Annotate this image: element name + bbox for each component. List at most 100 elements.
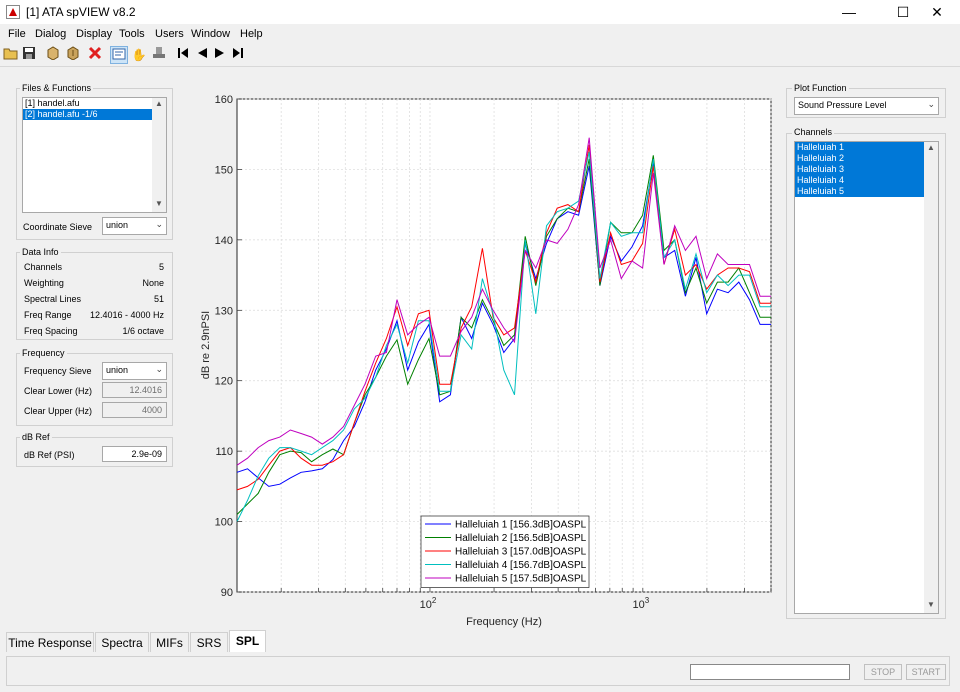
channel-item-3[interactable]: Halleluiah 3 — [795, 164, 925, 175]
db-ref-title: dB Ref — [20, 432, 52, 442]
minimize-icon[interactable]: — — [826, 0, 872, 24]
freq-spacing-value: 1/6 octave — [122, 326, 164, 336]
title-bar: [1] ATA spVIEW v8.2 — ☐ ✕ — [0, 0, 960, 24]
plot-function-value: Sound Pressure Level — [798, 100, 887, 110]
tab-time-response[interactable]: Time Response — [6, 632, 94, 652]
delete-icon[interactable] — [86, 46, 104, 64]
frequency-sieve-select[interactable]: union ⌄ — [102, 362, 167, 380]
x-tick-label: 102 — [420, 596, 437, 611]
channels-listbox[interactable]: Halleluiah 1 Halleluiah 2 Halleluiah 3 H… — [794, 141, 939, 614]
y-tick-label: 120 — [215, 376, 233, 388]
chevron-down-icon: ⌄ — [927, 99, 935, 109]
menu-users[interactable]: Users — [155, 28, 184, 40]
stop-button[interactable]: STOP — [864, 664, 902, 680]
package-icon[interactable] — [44, 46, 62, 64]
last-icon[interactable] — [229, 46, 247, 64]
clear-upper-label: Clear Upper (Hz) — [24, 406, 93, 416]
legend-entry: Halleluiah 1 [156.3dB]OASPL — [455, 520, 587, 531]
plot-function-select[interactable]: Sound Pressure Level ⌄ — [794, 97, 939, 115]
tab-srs[interactable]: SRS — [190, 632, 228, 652]
freq-range-value: 12.4016 - 4000 Hz — [89, 310, 164, 320]
close-icon[interactable]: ✕ — [914, 0, 960, 24]
y-tick-label: 130 — [215, 305, 233, 317]
pan-hand-icon[interactable]: ✋ — [130, 46, 148, 64]
y-tick-label: 140 — [215, 235, 233, 247]
window-title: [1] ATA spVIEW v8.2 — [26, 5, 136, 19]
channel-item-5[interactable]: Halleluiah 5 — [795, 186, 925, 197]
channel-item-2[interactable]: Halleluiah 2 — [795, 153, 925, 164]
previous-icon[interactable] — [193, 46, 211, 64]
open-folder-icon[interactable] — [2, 46, 20, 64]
start-button[interactable]: START — [906, 664, 946, 680]
legend-entry: Halleluiah 4 [156.7dB]OASPL — [455, 560, 587, 571]
chevron-down-icon: ⌄ — [155, 219, 163, 229]
package-export-icon[interactable] — [64, 46, 82, 64]
coordinate-sieve-label: Coordinate Sieve — [23, 222, 93, 232]
frequency-sieve-label: Frequency Sieve — [24, 366, 92, 376]
channels-scrollbar[interactable]: ▲ ▼ — [924, 142, 938, 613]
coordinate-sieve-value: union — [106, 220, 129, 230]
data-cursor-icon[interactable] — [110, 46, 128, 64]
scroll-up-icon[interactable]: ▲ — [152, 99, 166, 111]
y-tick-label: 150 — [215, 164, 233, 176]
scroll-down-icon[interactable]: ▼ — [152, 199, 166, 211]
legend-entry: Halleluiah 3 [157.0dB]OASPL — [455, 547, 587, 558]
y-axis-label: dB re 2.9nPSI — [200, 311, 212, 380]
x-tick-label: 103 — [632, 596, 649, 611]
file-item-2[interactable]: [2] handel.afu -1/6 — [23, 109, 153, 120]
clear-lower-field[interactable]: 12.4016 — [102, 382, 167, 398]
chevron-down-icon: ⌄ — [155, 364, 163, 374]
toolbar-divider — [0, 66, 960, 67]
menu-help[interactable]: Help — [240, 28, 263, 40]
channels-value: 5 — [158, 262, 164, 272]
weighting-value: None — [142, 278, 164, 288]
db-ref-label: dB Ref (PSI) — [24, 450, 75, 460]
frequency-sieve-value: union — [106, 365, 129, 375]
y-tick-label: 90 — [221, 587, 233, 599]
clear-lower-label: Clear Lower (Hz) — [24, 386, 93, 396]
file-item-1[interactable]: [1] handel.afu — [23, 98, 153, 109]
y-tick-label: 100 — [215, 517, 233, 529]
db-ref-field[interactable]: 2.9e-09 — [102, 446, 167, 462]
channel-item-1[interactable]: Halleluiah 1 — [795, 142, 925, 153]
coordinate-sieve-select[interactable]: union ⌄ — [102, 217, 167, 235]
scroll-up-icon[interactable]: ▲ — [924, 143, 938, 155]
frequency-title: Frequency — [20, 348, 67, 358]
save-icon[interactable] — [20, 46, 38, 64]
tab-mifs[interactable]: MIFs — [150, 632, 189, 652]
stamp-icon[interactable] — [150, 46, 168, 64]
scroll-down-icon[interactable]: ▼ — [924, 600, 938, 612]
spectral-lines-label: Spectral Lines — [24, 294, 82, 304]
menu-window[interactable]: Window — [191, 28, 230, 40]
y-tick-label: 110 — [215, 446, 233, 458]
legend-entry: Halleluiah 5 [157.5dB]OASPL — [455, 574, 587, 585]
freq-spacing-label: Freq Spacing — [24, 326, 78, 336]
freq-range-label: Freq Range — [24, 310, 72, 320]
menu-tools[interactable]: Tools — [119, 28, 145, 40]
first-icon[interactable] — [174, 46, 192, 64]
clear-upper-field[interactable]: 4000 — [102, 402, 167, 418]
legend: Halleluiah 1 [156.3dB]OASPL Halleluiah 2 … — [420, 515, 590, 588]
menu-bar: File Dialog Display Tools Users Window H… — [0, 26, 960, 44]
legend-entry: Halleluiah 2 [156.5dB]OASPL — [455, 533, 587, 544]
y-tick-label: 160 — [215, 94, 233, 106]
data-info-title: Data Info — [20, 247, 61, 257]
x-axis-label: Frequency (Hz) — [466, 616, 542, 628]
tab-spectra[interactable]: Spectra — [95, 632, 149, 652]
spl-plot[interactable]: 90 100 110 120 130 140 150 160 102 103 Frequency … — [185, 90, 775, 630]
plot-function-title: Plot Function — [792, 83, 849, 93]
channels-label: Channels — [24, 262, 63, 272]
channels-title: Channels — [792, 127, 835, 137]
progress-field — [690, 664, 850, 680]
menu-file[interactable]: File — [8, 28, 26, 40]
channel-item-4[interactable]: Halleluiah 4 — [795, 175, 925, 186]
tab-spl[interactable]: SPL — [229, 630, 266, 652]
toolbar: ✋ — [0, 46, 960, 66]
menu-display[interactable]: Display — [76, 28, 112, 40]
next-icon[interactable] — [211, 46, 229, 64]
files-functions-title: Files & Functions — [20, 83, 94, 93]
files-scrollbar[interactable]: ▲ ▼ — [152, 98, 166, 212]
files-listbox[interactable]: [1] handel.afu [2] handel.afu -1/6 ▲ ▼ — [22, 97, 167, 213]
menu-dialog[interactable]: Dialog — [35, 28, 66, 40]
app-icon[interactable] — [6, 5, 20, 19]
